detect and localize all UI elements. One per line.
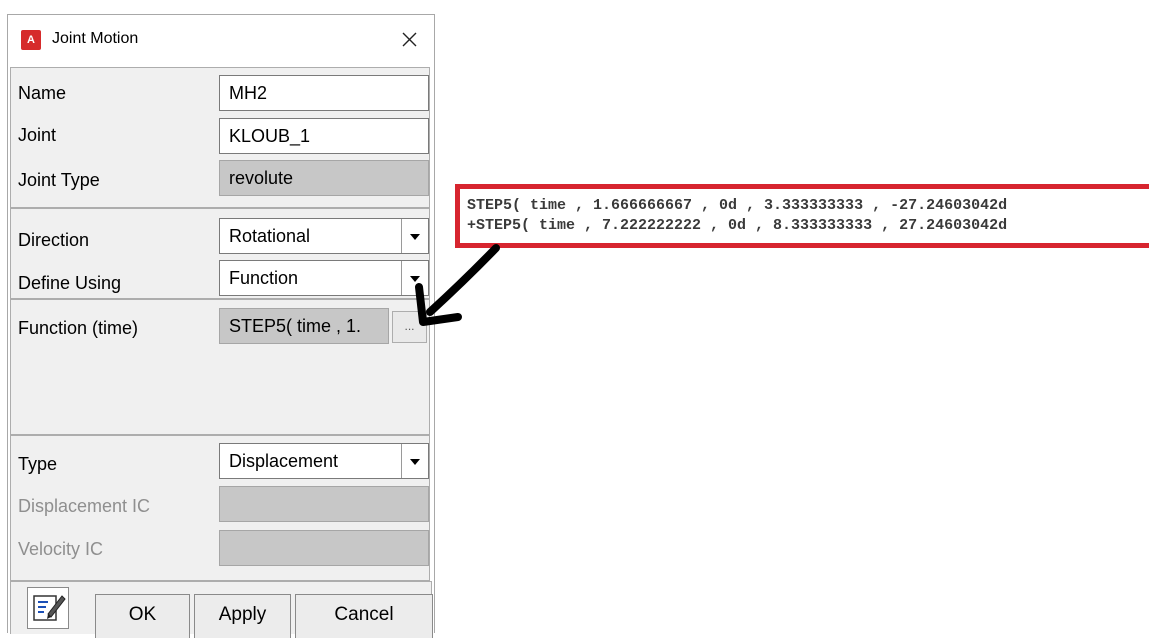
name-label: Name — [18, 83, 67, 103]
joint-input[interactable]: KLOUB_1 — [219, 118, 429, 154]
function-label: Function (time) — [18, 318, 139, 338]
edit-notes-icon — [33, 595, 66, 621]
direction-label: Direction — [18, 230, 90, 250]
section-identity: Name MH2 Joint KLOUB_1 Joint Type revolu… — [10, 67, 430, 208]
dialog-button-bar: OK Apply Cancel — [10, 581, 433, 638]
name-input[interactable]: MH2 — [219, 75, 429, 111]
ok-button[interactable]: OK — [95, 594, 190, 638]
direction-select[interactable]: Rotational — [219, 218, 429, 254]
close-button[interactable] — [391, 23, 427, 55]
type-select-value: Displacement — [229, 451, 339, 471]
function-expression-callout: STEP5( time , 1.666666667 , 0d , 3.33333… — [455, 184, 1149, 248]
section-motion-definition: Direction Rotational Define Using Functi… — [10, 208, 430, 299]
define-using-select-value: Function — [229, 268, 299, 288]
annotation-arrow-icon — [415, 244, 500, 326]
cancel-button[interactable]: Cancel — [295, 594, 433, 638]
define-using-label: Define Using — [18, 273, 122, 293]
joint-type-field: revolute — [219, 160, 429, 196]
app-icon: A — [21, 30, 41, 50]
function-expression-line-2: +STEP5( time , 7.222222222 , 0d , 8.3333… — [467, 217, 1008, 234]
apply-button[interactable]: Apply — [194, 594, 291, 638]
define-using-select[interactable]: Function — [219, 260, 429, 296]
type-select[interactable]: Displacement — [219, 443, 429, 479]
joint-label: Joint — [18, 125, 57, 145]
displacement-ic-label: Displacement IC — [18, 496, 151, 516]
displacement-ic-field — [219, 486, 429, 522]
title-bar[interactable]: A Joint Motion — [8, 15, 434, 65]
joint-motion-dialog: A Joint Motion Name MH2 Joint KLOUB_1 Jo… — [7, 14, 435, 638]
dialog-title: Joint Motion — [52, 30, 139, 47]
direction-select-value: Rotational — [229, 226, 311, 246]
chevron-down-icon[interactable] — [401, 444, 428, 478]
velocity-ic-field — [219, 530, 429, 566]
joint-type-label: Joint Type — [18, 170, 100, 190]
function-field: STEP5( time , 1. — [219, 308, 389, 344]
type-label: Type — [18, 454, 58, 474]
velocity-ic-label: Velocity IC — [18, 539, 104, 559]
section-type: Type Displacement Displacement IC Veloci… — [10, 435, 430, 581]
section-function: Function (time) STEP5( time , 1. ... — [10, 299, 430, 435]
edit-comment-button[interactable] — [27, 587, 69, 629]
close-icon — [402, 32, 417, 47]
function-expression-line-1: STEP5( time , 1.666666667 , 0d , 3.33333… — [467, 197, 1008, 214]
